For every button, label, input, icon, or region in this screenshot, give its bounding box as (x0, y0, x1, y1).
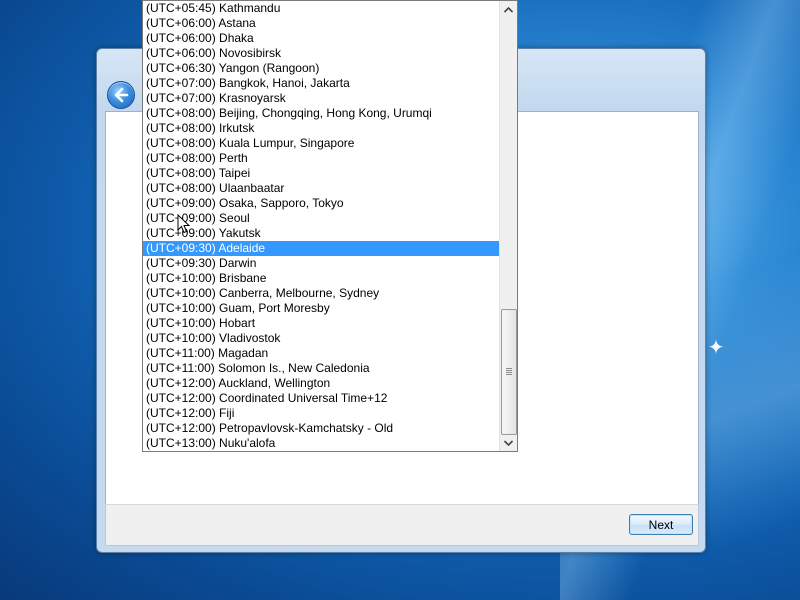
timezone-option[interactable]: (UTC+07:00) Krasnoyarsk (143, 91, 501, 106)
timezone-option[interactable]: (UTC+06:00) Novosibirsk (143, 46, 501, 61)
back-button[interactable] (107, 81, 135, 109)
scroll-down-button[interactable] (500, 434, 517, 451)
timezone-list[interactable]: (UTC+05:45) Kathmandu (UTC+06:00) Astana(… (143, 1, 501, 451)
timezone-option[interactable]: (UTC+09:30) Darwin (143, 256, 501, 271)
timezone-option[interactable]: (UTC+06:00) Astana (143, 16, 501, 31)
timezone-option[interactable]: (UTC+12:00) Fiji (143, 406, 501, 421)
chevron-down-icon (504, 439, 513, 446)
scrollbar-thumb[interactable] (501, 309, 517, 435)
timezone-option[interactable]: (UTC+10:00) Brisbane (143, 271, 501, 286)
timezone-option[interactable]: (UTC+12:00) Petropavlovsk-Kamchatsky - O… (143, 421, 501, 436)
timezone-option[interactable]: (UTC+08:00) Irkutsk (143, 121, 501, 136)
timezone-option[interactable]: (UTC+09:00) Yakutsk (143, 226, 501, 241)
timezone-option[interactable]: (UTC+05:45) Kathmandu (143, 1, 501, 16)
timezone-option[interactable]: (UTC+09:00) Seoul (143, 211, 501, 226)
timezone-option[interactable]: (UTC+08:00) Beijing, Chongqing, Hong Kon… (143, 106, 501, 121)
timezone-option[interactable]: (UTC+06:00) Dhaka (143, 31, 501, 46)
dialog-footer: Next (105, 504, 699, 546)
timezone-option-selected[interactable]: (UTC+09:30) Adelaide (143, 241, 501, 256)
windows-logo-icon: ✦ (707, 337, 725, 359)
timezone-option[interactable]: (UTC+07:00) Bangkok, Hanoi, Jakarta (143, 76, 501, 91)
wallpaper-light-streak (700, 200, 800, 600)
timezone-option[interactable]: (UTC+08:00) Ulaanbaatar (143, 181, 501, 196)
timezone-option[interactable]: (UTC+11:00) Solomon Is., New Caledonia (143, 361, 501, 376)
scroll-up-button[interactable] (500, 1, 517, 18)
timezone-option[interactable]: (UTC+08:00) Kuala Lumpur, Singapore (143, 136, 501, 151)
timezone-option[interactable]: (UTC+09:00) Osaka, Sapporo, Tokyo (143, 196, 501, 211)
chevron-up-icon (504, 6, 513, 13)
next-button[interactable]: Next (629, 514, 693, 535)
mouse-pointer-icon (177, 214, 191, 234)
scrollbar[interactable] (499, 1, 517, 451)
timezone-option[interactable]: (UTC+10:00) Canberra, Melbourne, Sydney (143, 286, 501, 301)
timezone-option[interactable]: (UTC+13:00) Nuku'alofa (143, 436, 501, 451)
timezone-option[interactable]: (UTC+12:00) Coordinated Universal Time+1… (143, 391, 501, 406)
timezone-dropdown-list[interactable]: (UTC+05:45) Kathmandu (UTC+06:00) Astana(… (142, 0, 518, 452)
timezone-option[interactable]: (UTC+08:00) Perth (143, 151, 501, 166)
timezone-option[interactable]: (UTC+12:00) Auckland, Wellington (143, 376, 501, 391)
back-arrow-icon (114, 87, 129, 103)
timezone-option[interactable]: (UTC+10:00) Vladivostok (143, 331, 501, 346)
timezone-option[interactable]: (UTC+08:00) Taipei (143, 166, 501, 181)
timezone-option[interactable]: (UTC+10:00) Guam, Port Moresby (143, 301, 501, 316)
timezone-option[interactable]: (UTC+06:30) Yangon (Rangoon) (143, 61, 501, 76)
scrollbar-grip (506, 368, 512, 376)
timezone-option[interactable]: (UTC+11:00) Magadan (143, 346, 501, 361)
timezone-option[interactable]: (UTC+10:00) Hobart (143, 316, 501, 331)
